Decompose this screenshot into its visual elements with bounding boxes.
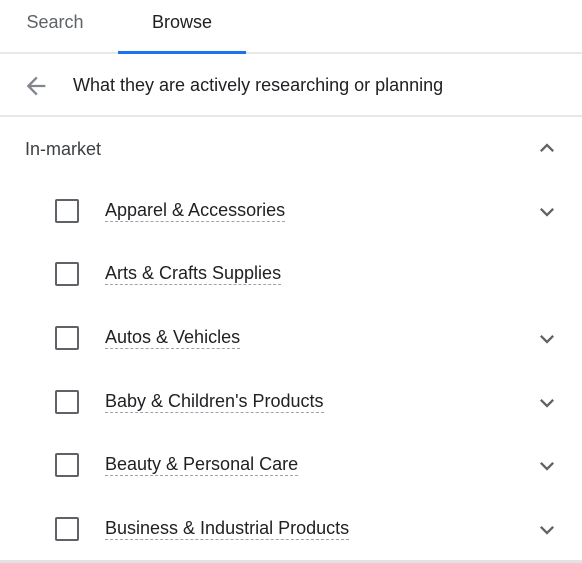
chevron-down-icon [540, 526, 554, 535]
collapse-button[interactable] [533, 134, 561, 162]
header-title: What they are actively researching or pl… [73, 75, 444, 95]
tab-browse[interactable]: Browse [118, 0, 246, 54]
expand-button[interactable] [533, 325, 561, 353]
browse-header: What they are actively researching or pl… [0, 54, 582, 117]
expand-button[interactable] [533, 516, 561, 544]
item-label[interactable]: Arts & Crafts Supplies [105, 262, 282, 285]
back-button[interactable] [22, 72, 50, 100]
list-item: Arts & Crafts Supplies [0, 254, 582, 294]
expand-button[interactable] [533, 198, 561, 226]
list-item: Baby & Children's Products [0, 382, 582, 422]
chevron-down-icon [540, 208, 554, 217]
expand-button[interactable] [533, 452, 561, 480]
checkbox[interactable] [55, 199, 79, 223]
checkbox[interactable] [55, 326, 79, 350]
list-item: Apparel & Accessories [0, 191, 582, 231]
tab-bar: Search Browse [0, 0, 582, 54]
section-title: In-market [25, 139, 102, 159]
chevron-down-icon [540, 335, 554, 344]
checkbox[interactable] [55, 517, 79, 541]
item-label[interactable]: Autos & Vehicles [105, 326, 241, 349]
item-label[interactable]: Business & Industrial Products [105, 517, 350, 540]
chevron-up-icon [540, 143, 554, 152]
item-label[interactable]: Baby & Children's Products [105, 390, 324, 413]
tab-search[interactable]: Search [0, 0, 110, 54]
item-label[interactable]: Apparel & Accessories [105, 199, 286, 222]
arrow-left-icon [26, 76, 46, 96]
list-item: Business & Industrial Products [0, 509, 582, 549]
checkbox[interactable] [55, 453, 79, 477]
expand-button[interactable] [533, 389, 561, 417]
section-in-market[interactable]: In-market [0, 130, 582, 166]
list-item: Autos & Vehicles [0, 318, 582, 358]
checkbox[interactable] [55, 262, 79, 286]
chevron-down-icon [540, 399, 554, 408]
list-item: Beauty & Personal Care [0, 445, 582, 485]
chevron-down-icon [540, 462, 554, 471]
item-label[interactable]: Beauty & Personal Care [105, 453, 299, 476]
checkbox[interactable] [55, 390, 79, 414]
